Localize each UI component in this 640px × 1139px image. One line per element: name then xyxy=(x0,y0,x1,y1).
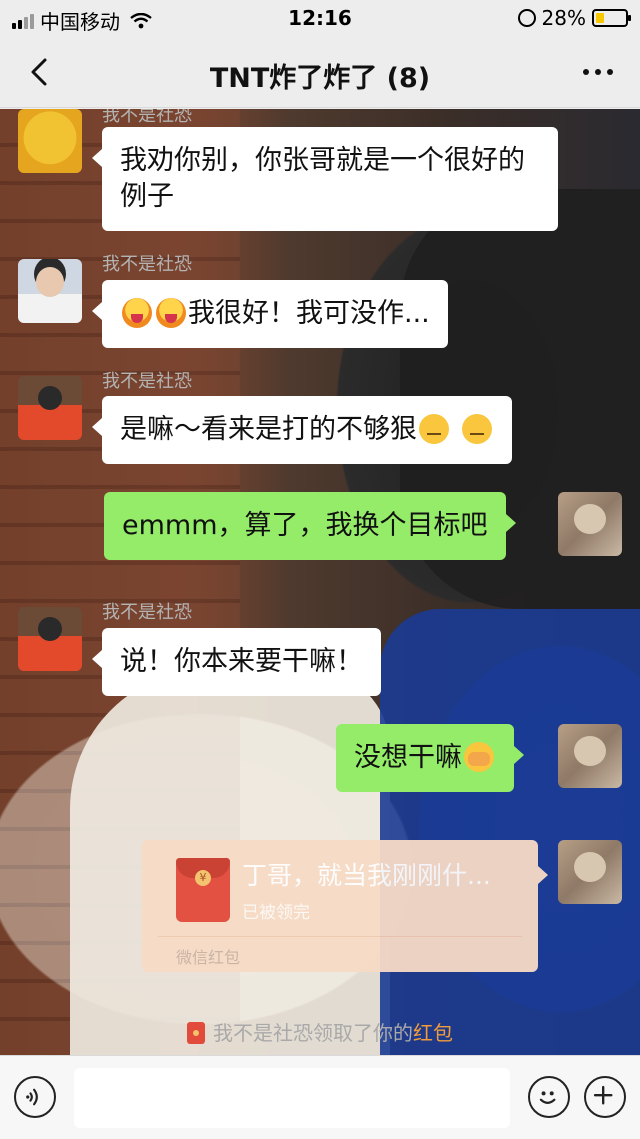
hot-face-icon xyxy=(156,298,186,328)
background-photo-jacket xyxy=(380,609,640,1055)
plus-icon[interactable] xyxy=(584,1076,626,1118)
red-packet-footer: 微信红包 xyxy=(176,948,241,967)
sender-name: 我不是社恐 xyxy=(102,109,192,126)
battery-icon xyxy=(592,9,631,27)
more-options-icon[interactable] xyxy=(578,62,618,82)
sender-name: 我不是社恐 xyxy=(102,254,192,275)
sender-name: 我不是社恐 xyxy=(102,602,192,623)
unamused-face-icon xyxy=(419,414,449,444)
red-packet-card[interactable]: 丁哥，就当我刚刚什... 已被领完 微信红包 xyxy=(142,840,548,972)
bear-avatar[interactable] xyxy=(558,724,622,788)
back-arrow-icon[interactable] xyxy=(22,54,58,90)
message-text: emmm，算了，我换个目标吧 xyxy=(122,510,488,541)
boy-avatar[interactable] xyxy=(18,259,82,323)
message-bubble-outgoing[interactable]: emmm，算了，我换个目标吧 xyxy=(104,492,516,560)
red-envelope-icon xyxy=(176,858,230,922)
message-bubble[interactable]: 是嘛～看来是打的不够狠 xyxy=(92,396,512,464)
unamused-face-icon xyxy=(461,414,492,444)
message-bubble[interactable]: 我劝你别，你张哥就是一个很好的例子 xyxy=(92,127,558,231)
message-bubble-outgoing[interactable]: 没想干嘛 xyxy=(336,724,524,792)
message-text: 我劝你别，你张哥就是一个很好的例子 xyxy=(120,145,525,212)
red-packet-title: 丁哥，就当我刚刚什... xyxy=(242,861,491,890)
bear-avatar[interactable] xyxy=(558,492,622,556)
red-packet-link[interactable]: 红包 xyxy=(413,1021,453,1045)
status-bar: 中国移动 12:16 28% xyxy=(0,0,640,36)
battery-percent: 28% xyxy=(541,6,586,30)
system-notice: 我不是社恐领取了你的红包 xyxy=(0,1017,640,1046)
sender-name: 我不是社恐 xyxy=(102,371,192,392)
red-packet-status: 已被领完 xyxy=(242,903,310,923)
message-bubble[interactable]: 说！你本来要干嘛！ xyxy=(92,628,381,696)
chat-title: TNT炸了炸了 (8) xyxy=(209,63,431,94)
red-packet-mini-icon xyxy=(187,1022,205,1044)
chat-header: TNT炸了炸了 (8) xyxy=(0,36,640,108)
system-notice-text: 我不是社恐领取了你的 xyxy=(213,1021,413,1045)
message-bubble[interactable]: 我很好！我可没作... xyxy=(92,280,448,348)
hot-face-icon xyxy=(122,298,152,328)
face-with-hands-icon xyxy=(464,742,494,772)
chat-area[interactable]: 我不是社恐 我劝你别，你张哥就是一个很好的例子 我不是社恐 我很好！我可没作..… xyxy=(0,109,640,1055)
message-text: 说！你本来要干嘛！ xyxy=(120,646,363,677)
emoji-icon[interactable] xyxy=(528,1076,570,1118)
input-bar xyxy=(0,1055,640,1139)
red-shirt-avatar[interactable] xyxy=(18,376,82,440)
status-right: 28% xyxy=(517,6,631,30)
alarm-icon xyxy=(517,9,536,27)
message-text: 是嘛～看来是打的不够狠 xyxy=(120,414,417,445)
message-text: 没想干嘛 xyxy=(354,742,462,773)
yellow-bird-avatar[interactable] xyxy=(18,109,82,173)
divider xyxy=(158,936,522,937)
message-text: 我很好！我可没作... xyxy=(188,298,430,329)
voice-icon[interactable] xyxy=(14,1076,56,1118)
message-input[interactable] xyxy=(74,1068,510,1128)
bear-avatar[interactable] xyxy=(558,840,622,904)
red-shirt-avatar[interactable] xyxy=(18,607,82,671)
